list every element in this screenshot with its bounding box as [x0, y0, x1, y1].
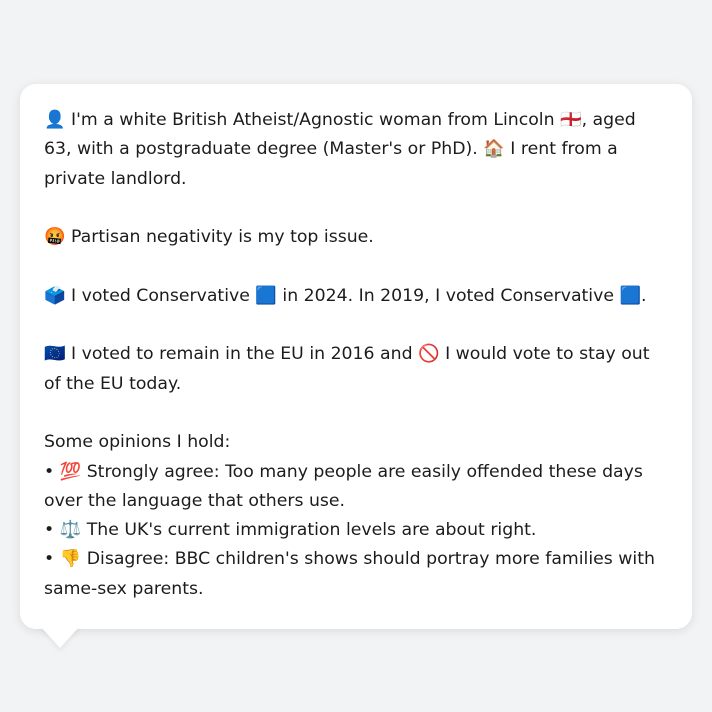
- bullet: •: [44, 461, 60, 482]
- blue-square-icon: 🟦: [255, 285, 277, 306]
- person-icon: 👤: [44, 110, 66, 130]
- opinion-item: • 👎 Disagree: BBC children's shows shoul…: [44, 545, 668, 604]
- eu-text-a: I voted to remain in the EU in 2016 and: [65, 344, 419, 365]
- bullet: •: [44, 520, 60, 541]
- opinion-item: • 💯 Strongly agree: Too many people are …: [44, 458, 668, 517]
- top-issue: 🤬 Partisan negativity is my top issue.: [44, 223, 668, 252]
- voting-text-a: I voted Conservative: [65, 285, 256, 306]
- profile-intro: 👤 I'm a white British Atheist/Agnostic w…: [44, 106, 668, 194]
- bullet: •: [44, 549, 60, 570]
- opinion-item: • ⚖️ The UK's current immigration levels…: [44, 516, 668, 545]
- thumbs-down-icon: 👎: [59, 549, 82, 570]
- ballot-box-icon: 🗳️: [44, 285, 66, 306]
- message-bubble: 👤 I'm a white British Atheist/Agnostic w…: [20, 84, 692, 629]
- balance-scale-icon: ⚖️: [59, 520, 82, 541]
- opinion-text: The UK's current immigration levels are …: [81, 520, 537, 541]
- opinion-text: Strongly agree: Too many people are easi…: [44, 461, 643, 511]
- opinions-heading: Some opinions I hold:: [44, 432, 231, 453]
- voting-history: 🗳️ I voted Conservative 🟦 in 2024. In 20…: [44, 282, 668, 311]
- voting-text-c: .: [641, 285, 647, 306]
- prohibited-icon: 🚫: [418, 344, 440, 365]
- opinion-text: Disagree: BBC children's shows should po…: [44, 549, 655, 599]
- house-icon: 🏠: [483, 139, 505, 160]
- england-flag-icon: 🏴󠁧󠁢󠁥󠁮󠁧󠁿: [560, 110, 582, 130]
- voting-text-b: in 2024. In 2019, I voted Conservative: [276, 285, 620, 306]
- eu-stance: 🇪🇺 I voted to remain in the EU in 2016 a…: [44, 340, 668, 399]
- hundred-points-icon: 💯: [59, 461, 82, 482]
- intro-text-a: I'm a white British Atheist/Agnostic wom…: [65, 110, 561, 130]
- bubble-tail: [40, 626, 80, 648]
- angry-face-icon: 🤬: [44, 227, 66, 248]
- eu-flag-icon: 🇪🇺: [44, 344, 66, 365]
- blue-square-icon: 🟦: [619, 285, 641, 306]
- top-issue-text: Partisan negativity is my top issue.: [65, 227, 374, 248]
